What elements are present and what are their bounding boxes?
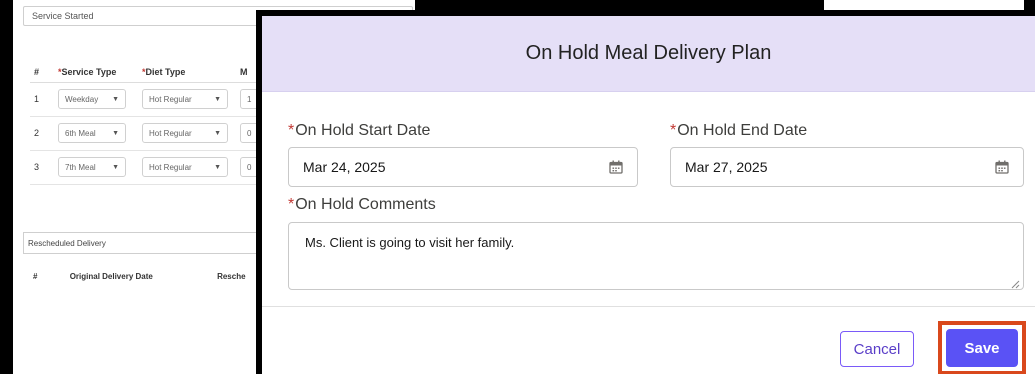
service-type-select[interactable]: Weekday ▼ [58, 89, 126, 109]
service-type-select[interactable]: 7th Meal ▼ [58, 157, 126, 177]
modal-footer: Cancel Save [262, 307, 1035, 374]
service-schedule-table: # *Service Type *Diet Type M 1 Weekday ▼ … [30, 62, 266, 185]
comments-textarea[interactable]: Ms. Client is going to visit her family. [288, 222, 1024, 290]
save-button[interactable]: Save [946, 329, 1018, 367]
table-header-row: # *Service Type *Diet Type M [30, 62, 266, 83]
diet-type-select[interactable]: Hot Regular ▼ [142, 123, 228, 143]
col-header-service-type: *Service Type [54, 62, 138, 83]
calendar-icon[interactable] [995, 160, 1009, 174]
required-marker: * [288, 122, 295, 139]
caret-down-icon: ▼ [112, 163, 119, 171]
end-date-label: *On Hold End Date [670, 122, 808, 139]
on-hold-modal: On Hold Meal Delivery Plan *On Hold Star… [256, 10, 1035, 374]
start-date-label: *On Hold Start Date [288, 122, 431, 139]
col-header-diet-type: *Diet Type [138, 62, 236, 83]
cancel-button[interactable]: Cancel [840, 331, 914, 367]
table-row: 2 6th Meal ▼ Hot Regular ▼ 0 [30, 116, 266, 151]
col-header-original-delivery-date: Original Delivery Date [69, 272, 153, 281]
calendar-icon[interactable] [609, 160, 623, 174]
caret-down-icon: ▼ [214, 95, 221, 103]
rescheduled-table-header: # Original Delivery Date Resche [33, 272, 246, 281]
col-header-number: # [33, 272, 38, 281]
caret-down-icon: ▼ [214, 163, 221, 171]
modal-header: On Hold Meal Delivery Plan [262, 16, 1035, 92]
row-number: 3 [30, 150, 54, 185]
required-marker: * [288, 196, 295, 213]
row-number: 1 [30, 82, 54, 117]
col-header-number: # [30, 62, 54, 83]
table-row: 3 7th Meal ▼ Hot Regular ▼ 0 [30, 150, 266, 185]
service-type-select[interactable]: 6th Meal ▼ [58, 123, 126, 143]
table-row: 1 Weekday ▼ Hot Regular ▼ 1 [30, 82, 266, 117]
end-date-input[interactable]: Mar 27, 2025 [670, 147, 1024, 187]
start-date-value: Mar 24, 2025 [303, 159, 386, 175]
comments-value: Ms. Client is going to visit her family. [305, 235, 515, 250]
background-window-edge [824, 0, 1024, 10]
caret-down-icon: ▼ [112, 95, 119, 103]
caret-down-icon: ▼ [112, 129, 119, 137]
caret-down-icon: ▼ [214, 129, 221, 137]
start-date-input[interactable]: Mar 24, 2025 [288, 147, 638, 187]
diet-type-select[interactable]: Hot Regular ▼ [142, 157, 228, 177]
diet-type-select[interactable]: Hot Regular ▼ [142, 89, 228, 109]
required-marker: * [670, 122, 677, 139]
comments-label: *On Hold Comments [288, 196, 436, 213]
resize-grip-icon[interactable] [1011, 277, 1020, 289]
modal-title: On Hold Meal Delivery Plan [525, 42, 772, 64]
end-date-value: Mar 27, 2025 [685, 159, 768, 175]
col-header-rescheduled: Resche [217, 272, 246, 281]
row-number: 2 [30, 116, 54, 151]
